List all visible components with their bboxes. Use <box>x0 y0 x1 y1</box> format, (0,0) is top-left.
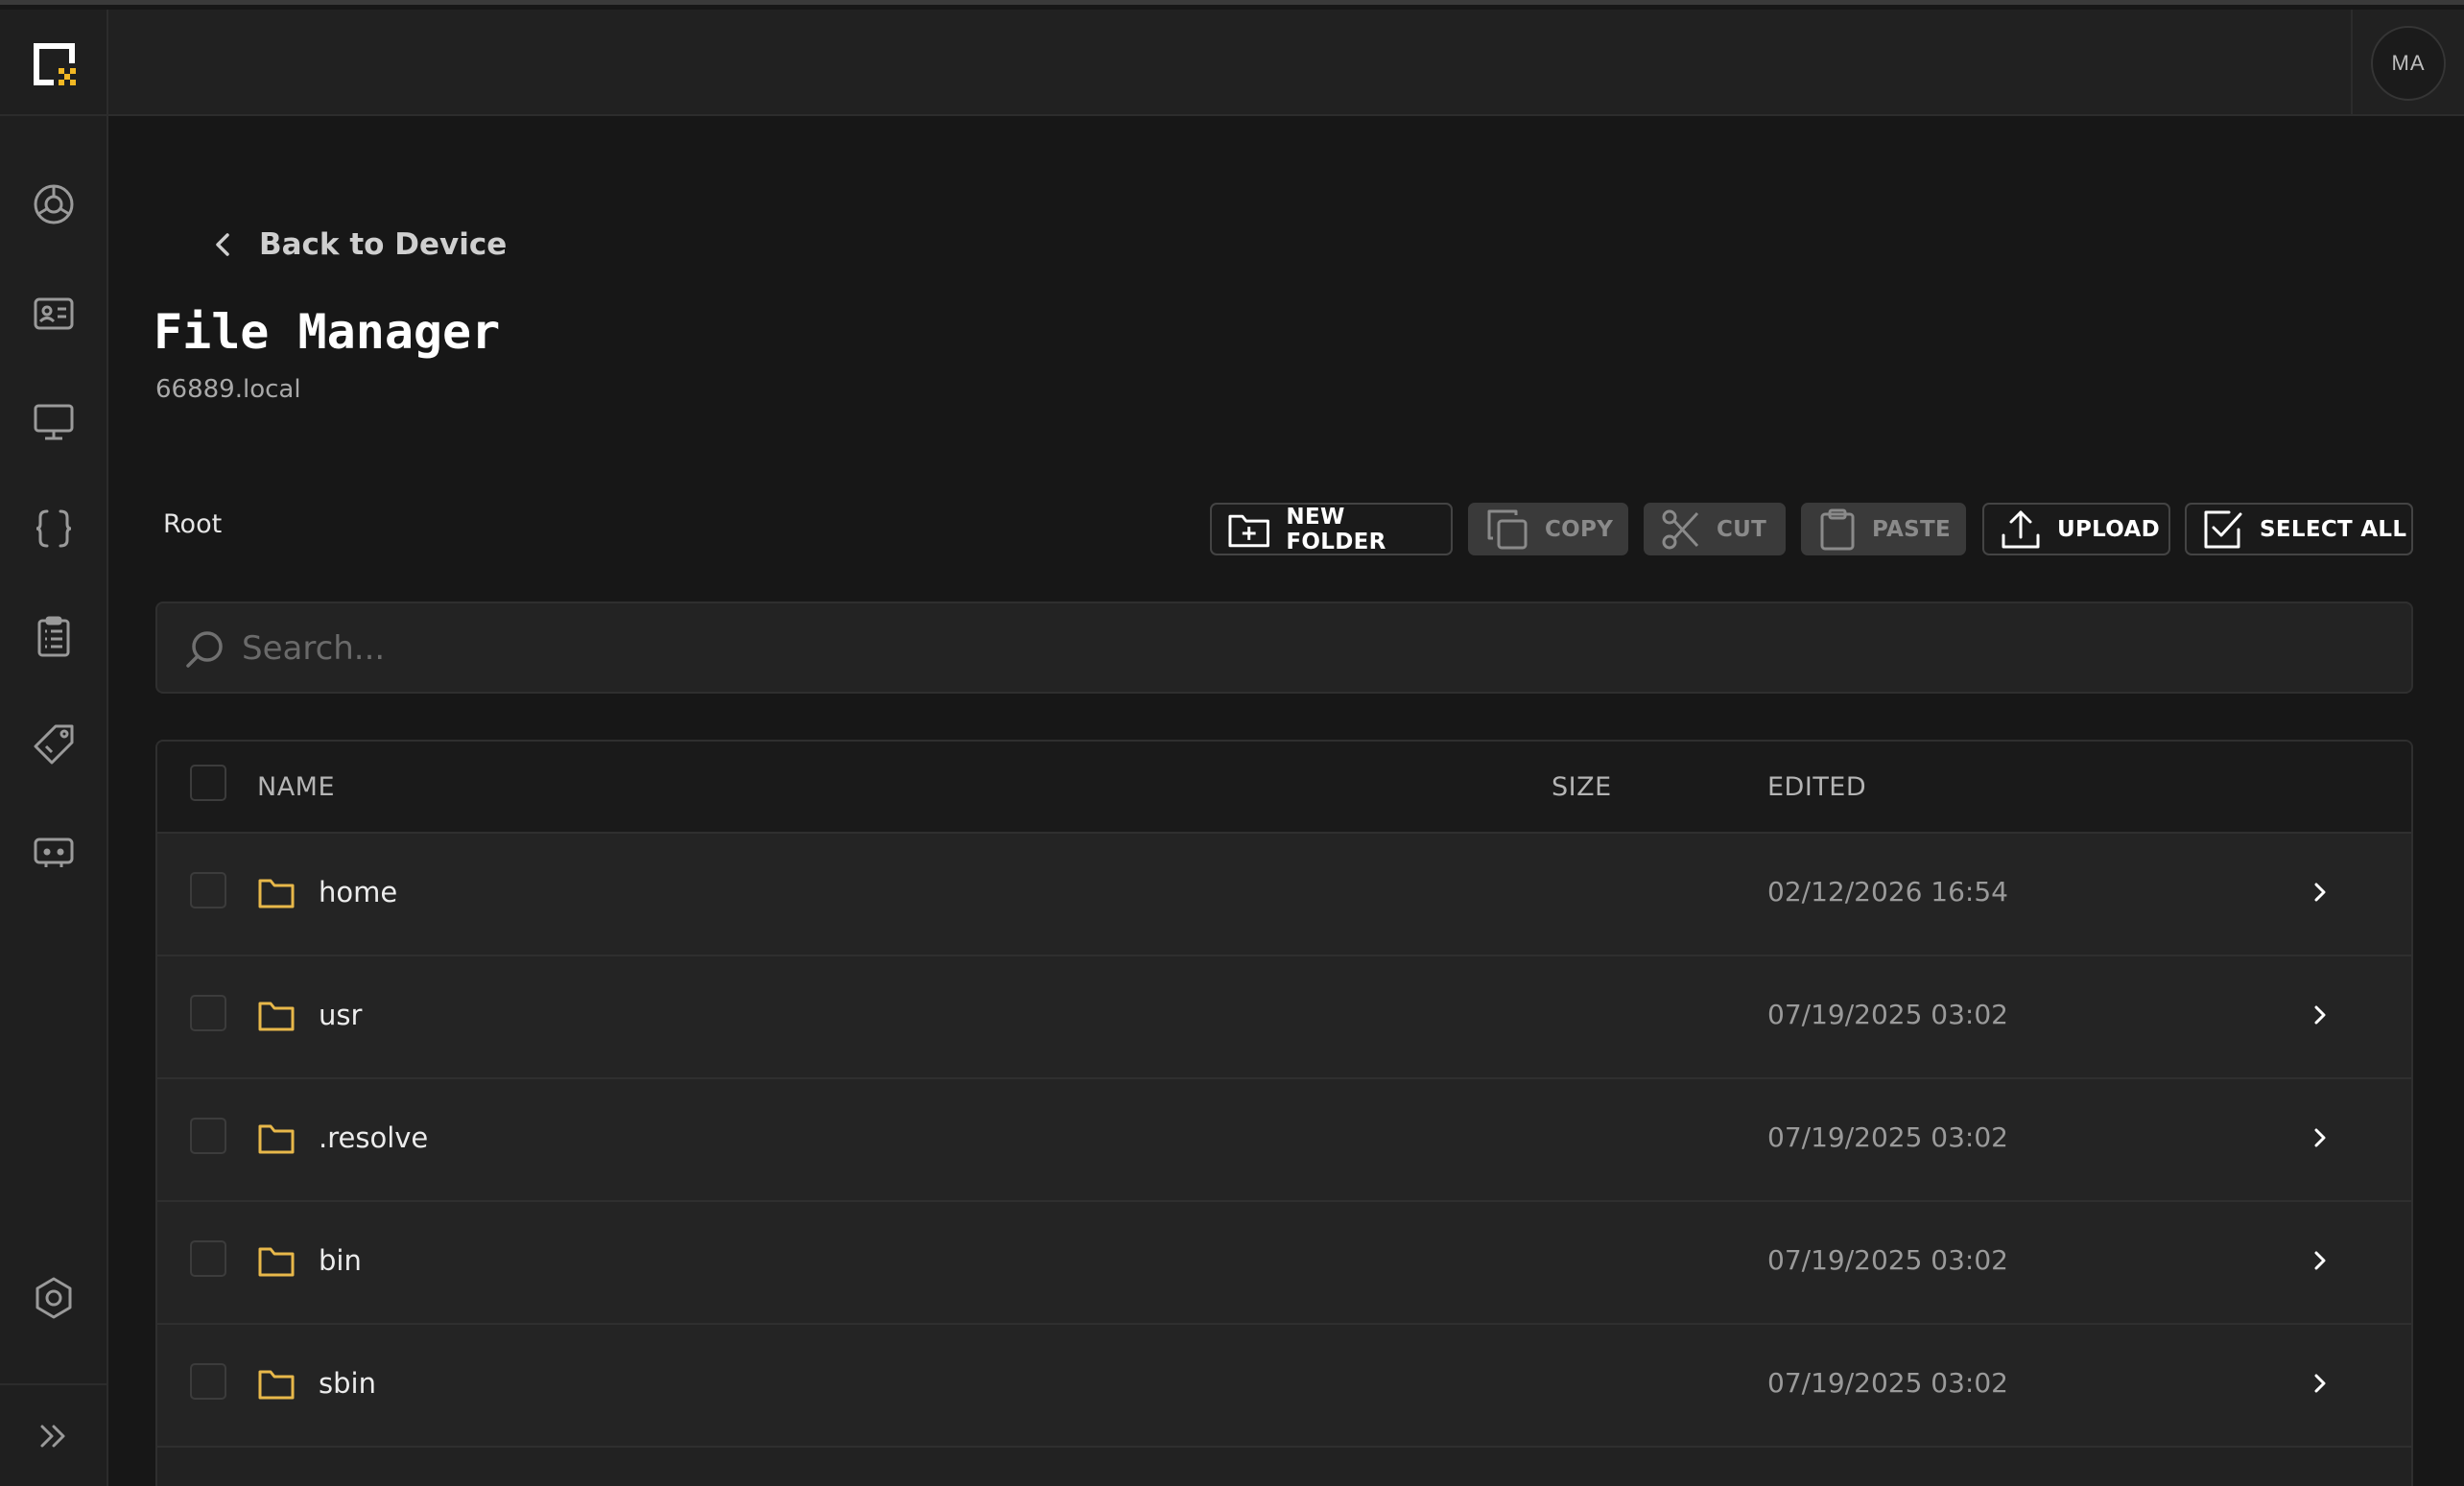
folder-icon <box>258 1124 295 1154</box>
select-all-label: SELECT ALL <box>2260 516 2407 542</box>
copy-button[interactable]: COPY <box>1468 503 1628 555</box>
select-all-button[interactable]: SELECT ALL <box>2185 503 2413 555</box>
device-hostname: 66889.local <box>155 375 301 404</box>
paste-button[interactable]: PASTE <box>1801 503 1966 555</box>
search-box <box>155 601 2413 694</box>
folder-icon <box>258 879 295 908</box>
file-name: sbin <box>319 1367 376 1400</box>
file-name: usr <box>319 999 363 1031</box>
logo-cell <box>0 10 107 116</box>
file-table: NAME SIZE EDITED home 02/12/2026 16:54 usr… <box>155 740 2413 1486</box>
avatar[interactable]: MA <box>2371 26 2446 101</box>
chevron-right-icon[interactable] <box>2308 1248 2333 1273</box>
tag-icon[interactable] <box>31 721 77 767</box>
folder-icon <box>258 1370 295 1400</box>
chevron-right-icon[interactable] <box>2308 1125 2333 1150</box>
row-checkbox[interactable] <box>190 995 226 1031</box>
dashboard-icon[interactable] <box>31 181 77 227</box>
file-edited-date: 07/19/2025 03:02 <box>1767 1244 2008 1276</box>
scissors-icon <box>1662 509 1699 549</box>
monitor-icon[interactable] <box>31 398 77 444</box>
avatar-cell: MA <box>2351 10 2464 116</box>
row-checkbox[interactable] <box>190 1240 226 1277</box>
table-row[interactable]: bin 07/19/2025 03:02 <box>157 1202 2411 1325</box>
column-header-edited[interactable]: EDITED <box>1767 772 1866 802</box>
table-row[interactable]: home 02/12/2026 16:54 <box>157 834 2411 956</box>
folder-icon <box>258 1247 295 1277</box>
chevron-right-icon[interactable] <box>2308 880 2333 905</box>
row-checkbox[interactable] <box>190 872 226 908</box>
logo-icon[interactable] <box>31 40 79 88</box>
new-folder-button[interactable]: NEW FOLDER <box>1210 503 1453 555</box>
column-header-size[interactable]: SIZE <box>1552 772 1612 802</box>
braces-icon[interactable] <box>31 506 77 552</box>
file-name: bin <box>319 1244 362 1277</box>
chevron-left-icon <box>216 233 229 256</box>
breadcrumb-root[interactable]: Root <box>163 509 222 539</box>
new-folder-label: NEW FOLDER <box>1286 504 1386 554</box>
paste-label: PASTE <box>1872 516 1952 542</box>
page-title: File Manager <box>154 304 501 360</box>
file-edited-date: 02/12/2026 16:54 <box>1767 876 2008 908</box>
select-all-checkbox[interactable] <box>190 765 226 801</box>
app-window: MA Back to Device File Manager 66889.loc… <box>0 0 2464 1486</box>
row-checkbox[interactable] <box>190 1363 226 1400</box>
checkbox-checked-icon <box>2204 510 2242 548</box>
table-row[interactable]: .resolve 07/19/2025 03:02 <box>157 1079 2411 1202</box>
sidebar-expand-cell <box>0 1383 107 1486</box>
table-row[interactable]: sbin 07/19/2025 03:02 <box>157 1325 2411 1448</box>
top-bar: MA <box>108 10 2464 116</box>
upload-label: UPLOAD <box>2057 516 2160 542</box>
upload-button[interactable]: UPLOAD <box>1982 503 2170 555</box>
search-input[interactable] <box>242 623 2353 674</box>
upload-icon <box>2002 510 2040 548</box>
copy-icon <box>1487 509 1528 549</box>
clipboard-icon <box>1820 508 1855 550</box>
table-row[interactable]: usr 07/19/2025 03:02 <box>157 956 2411 1079</box>
file-name: home <box>319 876 398 908</box>
copy-label: COPY <box>1545 516 1614 542</box>
cut-label: CUT <box>1717 516 1767 542</box>
sidebar <box>0 10 108 1486</box>
column-header-name[interactable]: NAME <box>257 772 335 802</box>
search-icon <box>186 631 223 668</box>
gamepad-icon[interactable] <box>31 829 77 875</box>
settings-icon[interactable] <box>31 1275 77 1321</box>
file-name: .resolve <box>319 1121 429 1154</box>
double-chevron-right-icon[interactable] <box>36 1420 69 1452</box>
table-header: NAME SIZE EDITED <box>157 742 2411 834</box>
back-to-device-link[interactable]: Back to Device <box>209 227 507 262</box>
file-edited-date: 07/19/2025 03:02 <box>1767 1367 2008 1399</box>
file-edited-date: 07/19/2025 03:02 <box>1767 999 2008 1030</box>
file-edited-date: 07/19/2025 03:02 <box>1767 1121 2008 1153</box>
folder-icon <box>258 1002 295 1031</box>
back-link-label: Back to Device <box>259 227 508 262</box>
id-card-icon[interactable] <box>31 291 77 337</box>
chevron-right-icon[interactable] <box>2308 1371 2333 1396</box>
folder-plus-icon <box>1228 514 1269 547</box>
row-checkbox[interactable] <box>190 1118 226 1154</box>
chevron-right-icon[interactable] <box>2308 1002 2333 1027</box>
cut-button[interactable]: CUT <box>1644 503 1786 555</box>
clipboard-list-icon[interactable] <box>31 614 77 660</box>
